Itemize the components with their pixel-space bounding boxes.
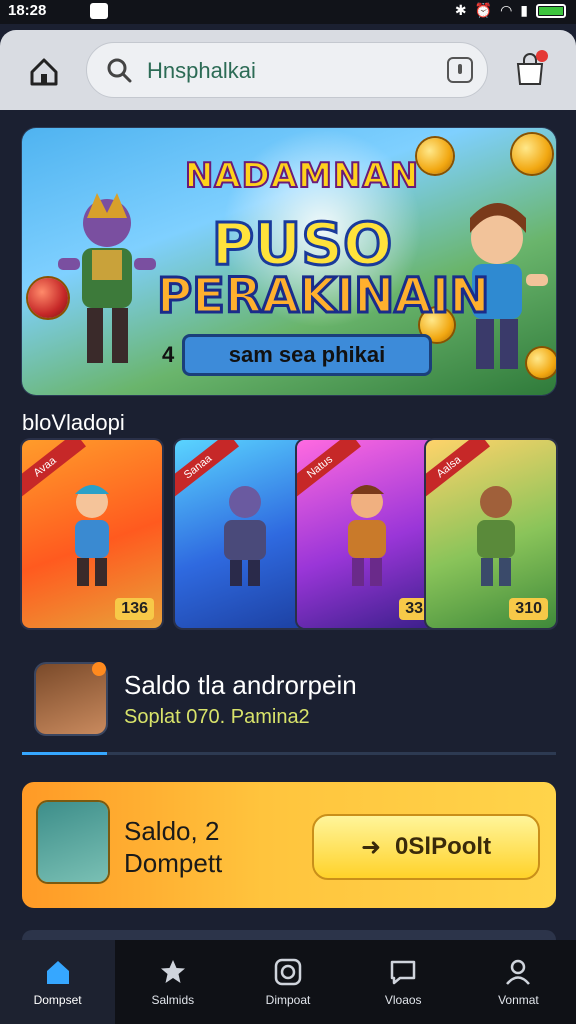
- battery-icon: [536, 3, 566, 18]
- header: Hnsphalkai: [0, 30, 576, 110]
- game-price: 136: [115, 598, 154, 620]
- game-card[interactable]: Sanaa: [175, 440, 315, 628]
- user-icon: [506, 959, 531, 985]
- profile-subtitle: Soplat 070. Pamina2: [124, 706, 310, 728]
- banner-title-line3: PERAKINAIN: [156, 267, 491, 326]
- coin-icon: [417, 138, 453, 174]
- nav-label: Salmids: [151, 993, 195, 1007]
- nav-label: Vonmat: [498, 993, 539, 1007]
- home-icon: [46, 961, 69, 984]
- scan-icon[interactable]: [447, 57, 473, 83]
- wifi-icon: ◠: [500, 2, 513, 18]
- nav-item-vloaos[interactable]: Vloaos: [346, 940, 461, 1024]
- home-button[interactable]: [24, 52, 64, 92]
- cart-button[interactable]: [510, 50, 550, 90]
- star-icon: [160, 960, 185, 983]
- warrior-character: [58, 193, 156, 363]
- nav-item-salmids[interactable]: Salmids: [115, 940, 230, 1024]
- progress-bar: [22, 752, 556, 755]
- coin-icon: [512, 134, 552, 174]
- game-card[interactable]: Natus 33: [297, 440, 437, 628]
- game-character: [75, 485, 109, 586]
- banner-ribbon-text: sam sea phikai: [228, 342, 386, 367]
- game-card[interactable]: Avaa 136: [22, 440, 162, 628]
- game-price: 33: [399, 598, 429, 620]
- search-bar[interactable]: Hnsphalkai: [86, 42, 488, 98]
- bottom-nav: Dompset Salmids Dimpoat Vloaos Vonmat: [0, 940, 576, 1024]
- nav-item-vonmat[interactable]: Vonmat: [461, 940, 576, 1024]
- game-character: [224, 486, 266, 586]
- banner-ribbon-number: 4: [162, 342, 175, 367]
- signal-icon: ▮: [520, 2, 528, 18]
- nav-label: Dompset: [33, 993, 82, 1007]
- promo-banner[interactable]: NADAMNAN PUSO PERAKINAIN sam sea phikai …: [22, 128, 556, 395]
- nav-label: Vloaos: [384, 993, 422, 1007]
- nav-item-dimpoat[interactable]: Dimpoat: [230, 940, 345, 1024]
- arrow-right-icon: ➜: [360, 833, 382, 861]
- notification-icon: [90, 3, 108, 19]
- notification-badge: [536, 50, 548, 62]
- game-price: 310: [509, 598, 548, 620]
- circle-icon: [274, 958, 302, 986]
- alarm-icon: ⏰: [474, 2, 493, 18]
- wallet-avatar: [38, 802, 108, 882]
- progress-fill: [22, 752, 108, 755]
- profile-title: Saldo tla androrpein: [124, 670, 357, 700]
- game-card[interactable]: Aalsa 310: [426, 440, 556, 628]
- game-character: [348, 485, 386, 586]
- wallet-label-1: Saldo, 2: [124, 816, 220, 846]
- section-title: bloVladopi: [22, 410, 125, 435]
- chat-icon: [390, 960, 416, 985]
- avatar-badge: [92, 662, 106, 676]
- wallet-card: Saldo, 2 Dompett ➜ 0SlPoolt: [22, 782, 556, 908]
- search-input[interactable]: Hnsphalkai: [147, 58, 256, 84]
- banner-title-line1: NADAMNAN: [184, 155, 420, 197]
- nav-item-dompset[interactable]: Dompset: [0, 940, 116, 1024]
- banner-ribbon: sam sea phikai: [182, 334, 432, 376]
- game-character: [477, 486, 515, 586]
- game-list: Avaa 136 Sanaa Natus 33 Aalsa 310: [22, 440, 556, 628]
- wallet-action-button[interactable]: ➜ 0SlPoolt: [312, 814, 540, 880]
- search-icon: [107, 58, 132, 83]
- status-icons: ✱ ⏰ ◠ ▮: [455, 2, 566, 19]
- status-bar: 18:28 ✱ ⏰ ◠ ▮: [0, 0, 576, 24]
- status-time: 18:28: [8, 2, 47, 19]
- home-icon: [30, 58, 58, 86]
- wallet-label-2: Dompett: [124, 848, 223, 878]
- bluetooth-icon: ✱: [454, 2, 467, 18]
- nav-label: Dimpoat: [265, 993, 311, 1007]
- profile-row[interactable]: Saldo tla androrpein Soplat 070. Pamina2: [22, 648, 556, 755]
- wallet-action-label: 0SlPoolt: [395, 833, 492, 860]
